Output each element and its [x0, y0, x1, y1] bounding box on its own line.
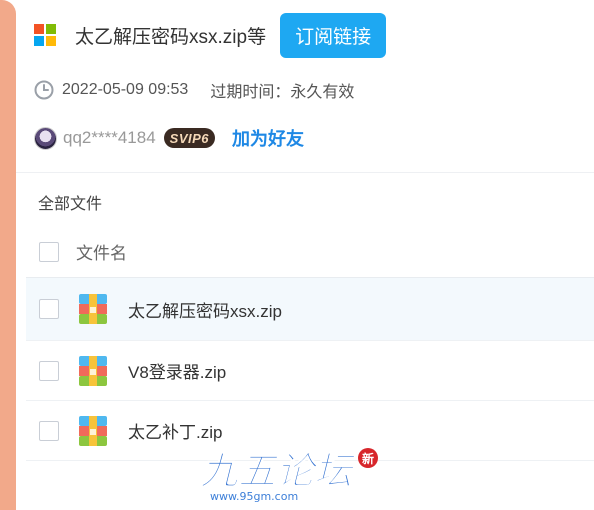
user-line: qq2****4184 SVIP6 加为好友	[34, 125, 304, 151]
zip-file-icon	[79, 294, 107, 324]
share-meta: 2022-05-09 09:53 过期时间：永久有效	[34, 78, 354, 102]
watermark-logo: 九五论坛 www.95gm.com 新	[200, 448, 378, 503]
share-date: 2022-05-09 09:53	[62, 81, 189, 98]
expire-text: 过期时间：永久有效	[210, 84, 355, 101]
add-friend-link[interactable]: 加为好友	[232, 125, 304, 151]
divider	[16, 172, 594, 173]
table-header-row: 文件名	[26, 226, 594, 278]
column-header-filename: 文件名	[76, 244, 127, 263]
avatar[interactable]	[34, 126, 57, 150]
subscribe-button[interactable]: 订阅链接	[280, 12, 387, 58]
row-checkbox[interactable]	[39, 360, 59, 381]
zip-file-icon	[79, 355, 107, 386]
username[interactable]: qq2****4184	[63, 128, 156, 148]
app-logo-icon	[34, 24, 56, 46]
share-panel: 太乙解压密码xsx.zip等 订阅链接 2022-05-09 09:53 过期时…	[16, 0, 594, 510]
watermark-url: www.95gm.com	[210, 490, 298, 503]
file-name[interactable]: 太乙解压密码xsx.zip	[128, 297, 282, 322]
file-name[interactable]: V8登录器.zip	[128, 358, 226, 383]
clock-icon	[34, 80, 54, 100]
table-row[interactable]: V8登录器.zip	[26, 341, 594, 401]
row-checkbox[interactable]	[39, 299, 59, 319]
breadcrumb[interactable]: 全部文件	[38, 190, 102, 214]
watermark-name: 九五论坛	[200, 449, 357, 493]
watermark-seal: 新	[362, 451, 374, 466]
table-row[interactable]: 太乙解压密码xsx.zip	[26, 278, 594, 341]
share-title: 太乙解压密码xsx.zip等	[75, 26, 267, 48]
row-checkbox[interactable]	[39, 420, 59, 441]
vip-badge: SVIP6	[163, 128, 216, 148]
share-header: 太乙解压密码xsx.zip等 订阅链接	[34, 12, 387, 58]
select-all-checkbox[interactable]	[39, 241, 59, 262]
zip-file-icon	[79, 415, 107, 446]
side-accent-bar	[0, 0, 16, 510]
file-table: 文件名 太乙解压密码xsx.zip V8登录器.zip 太乙补丁.zip	[26, 226, 594, 461]
